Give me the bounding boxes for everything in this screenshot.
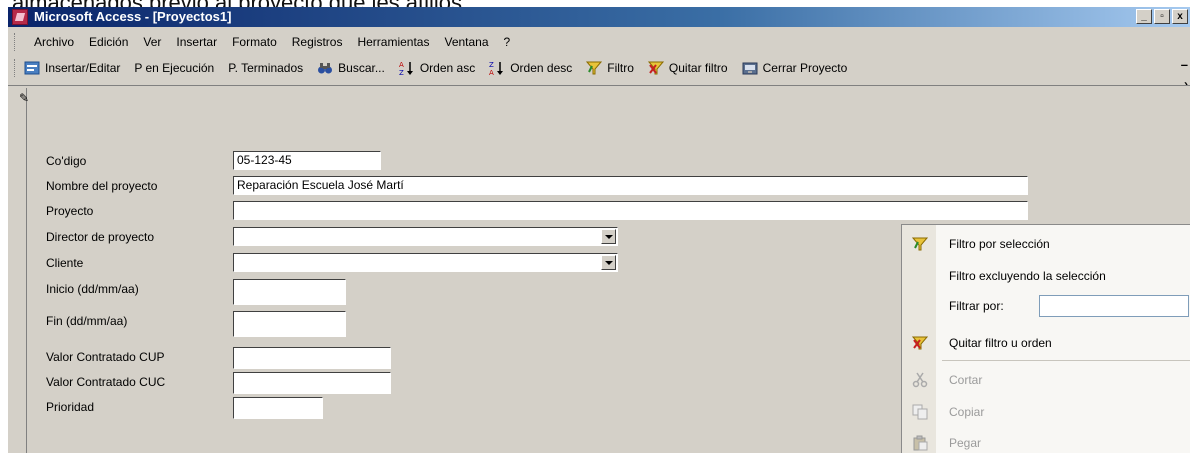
remove-filter-label: Quitar filtro: [668, 61, 728, 75]
form-icon: [24, 60, 40, 76]
insert-edit-button[interactable]: Insertar/Editar: [24, 60, 120, 76]
close-project-label: Cerrar Proyecto: [762, 61, 848, 75]
menu-help[interactable]: ?: [504, 35, 511, 49]
copy-label: Copiar: [949, 405, 985, 419]
restore-button[interactable]: ▫: [1154, 9, 1170, 24]
menu-bar: Archivo Edición Ver Insertar Formato Reg…: [8, 30, 1190, 54]
paste-clipboard-icon: [912, 435, 928, 451]
filter-by-item[interactable]: Filtrar por:: [902, 291, 1190, 321]
nombre-label: Nombre del proyecto: [46, 179, 158, 193]
director-dropdown-arrow-icon[interactable]: [601, 229, 616, 244]
cut-item[interactable]: Cortar: [902, 365, 1190, 395]
copy-item[interactable]: Copiar: [902, 397, 1190, 427]
fin-field[interactable]: [233, 311, 346, 337]
sort-desc-button[interactable]: ZA Orden desc: [489, 60, 573, 77]
toolbar-options-icon[interactable]: –: [1181, 57, 1188, 72]
sort-desc-label: Orden desc: [510, 61, 573, 75]
inicio-label: Inicio (dd/mm/aa): [46, 282, 139, 296]
svg-text:Z: Z: [399, 69, 404, 76]
svg-text:Z: Z: [489, 61, 494, 69]
sort-ascending-icon: AZ: [399, 60, 415, 77]
access-window: Microsoft Access - [Proyectos1] _ ▫ x Ar…: [8, 7, 1190, 453]
menu-herramientas[interactable]: Herramientas: [357, 35, 429, 49]
filter-funnel-icon: [911, 236, 929, 252]
prioridad-label: Prioridad: [46, 400, 95, 414]
context-menu-separator: [942, 360, 1190, 361]
inicio-field[interactable]: [233, 279, 346, 305]
menu-formato[interactable]: Formato: [232, 35, 277, 49]
toolbar: Insertar/Editar P en Ejecución P. Termin…: [8, 55, 1190, 81]
filter-by-input[interactable]: [1039, 295, 1189, 317]
cuc-field[interactable]: [233, 372, 391, 394]
menu-edicion[interactable]: Edición: [89, 35, 128, 49]
svg-text:A: A: [489, 69, 494, 76]
in-progress-label: P en Ejecución: [134, 61, 215, 75]
filter-by-selection-item[interactable]: Filtro por selección: [902, 229, 1190, 259]
pencil-edit-icon: ✎: [19, 91, 30, 105]
filter-excluding-label: Filtro excluyendo la selección: [949, 269, 1106, 283]
director-label: Director de proyecto: [46, 230, 155, 244]
cliente-combo[interactable]: [233, 253, 618, 272]
filter-excluding-item[interactable]: Filtro excluyendo la selección: [902, 261, 1190, 291]
proyecto-field[interactable]: [233, 201, 1028, 220]
cut-label: Cortar: [949, 373, 983, 387]
window-controls: _ ▫ x: [1136, 9, 1188, 24]
prioridad-field[interactable]: [233, 397, 323, 419]
close-button[interactable]: x: [1172, 9, 1188, 24]
scissors-icon: [912, 372, 928, 388]
cliente-label: Cliente: [46, 256, 84, 270]
in-progress-button[interactable]: P en Ejecución: [134, 61, 214, 75]
director-combo[interactable]: [233, 227, 618, 246]
fin-label: Fin (dd/mm/aa): [46, 314, 128, 328]
nombre-field[interactable]: Reparación Escuela José Martí: [233, 176, 1028, 195]
filter-funnel-icon: [586, 60, 603, 76]
title-bar: Microsoft Access - [Proyectos1] _ ▫ x: [8, 7, 1190, 27]
filter-label: Filtro: [607, 61, 634, 75]
finished-button[interactable]: P. Terminados: [228, 61, 303, 75]
context-menu: Filtro por selección Filtro excluyendo l…: [901, 224, 1190, 453]
cuc-label: Valor Contratado CUC: [46, 375, 166, 389]
cliente-dropdown-arrow-icon[interactable]: [601, 255, 616, 270]
cup-field[interactable]: [233, 347, 391, 369]
sort-asc-label: Orden asc: [419, 61, 476, 75]
filter-by-label: Filtrar por:: [949, 299, 1004, 313]
close-project-icon: [742, 60, 758, 76]
codigo-field[interactable]: 05-123-45: [233, 151, 381, 170]
menu-archivo[interactable]: Archivo: [34, 35, 74, 49]
codigo-label: Co'digo: [46, 154, 87, 168]
search-label: Buscar...: [338, 61, 385, 75]
paste-item[interactable]: Pegar: [902, 428, 1190, 453]
filter-button[interactable]: Filtro: [586, 60, 634, 76]
insert-edit-label: Insertar/Editar: [45, 61, 121, 75]
menu-ventana[interactable]: Ventana: [444, 35, 488, 49]
remove-filter-icon: [647, 60, 665, 76]
search-button[interactable]: Buscar...: [317, 60, 385, 76]
copy-icon: [912, 404, 928, 420]
filter-by-selection-label: Filtro por selección: [949, 237, 1050, 251]
record-selector[interactable]: ✎: [12, 88, 30, 453]
remove-filter-sort-item[interactable]: Quitar filtro u orden: [902, 328, 1190, 358]
remove-filter-button[interactable]: Quitar filtro: [647, 60, 728, 76]
remove-filter-icon: [911, 335, 929, 351]
menu-registros[interactable]: Registros: [292, 35, 343, 49]
close-project-button[interactable]: Cerrar Proyecto: [742, 60, 848, 76]
svg-text:A: A: [399, 61, 404, 69]
cup-label: Valor Contratado CUP: [46, 350, 165, 364]
access-app-icon: [12, 9, 28, 25]
menu-insertar[interactable]: Insertar: [176, 35, 217, 49]
window-title: Microsoft Access - [Proyectos1]: [34, 9, 232, 24]
finished-label: P. Terminados: [228, 61, 304, 75]
sort-descending-icon: ZA: [489, 60, 505, 77]
remove-filter-sort-label: Quitar filtro u orden: [949, 336, 1052, 350]
sort-asc-button[interactable]: AZ Orden asc: [399, 60, 476, 77]
minimize-button[interactable]: _: [1136, 9, 1152, 24]
proyecto-label: Proyecto: [46, 204, 94, 218]
binoculars-icon: [317, 60, 333, 76]
paste-label: Pegar: [949, 436, 982, 450]
menu-ver[interactable]: Ver: [143, 35, 161, 49]
